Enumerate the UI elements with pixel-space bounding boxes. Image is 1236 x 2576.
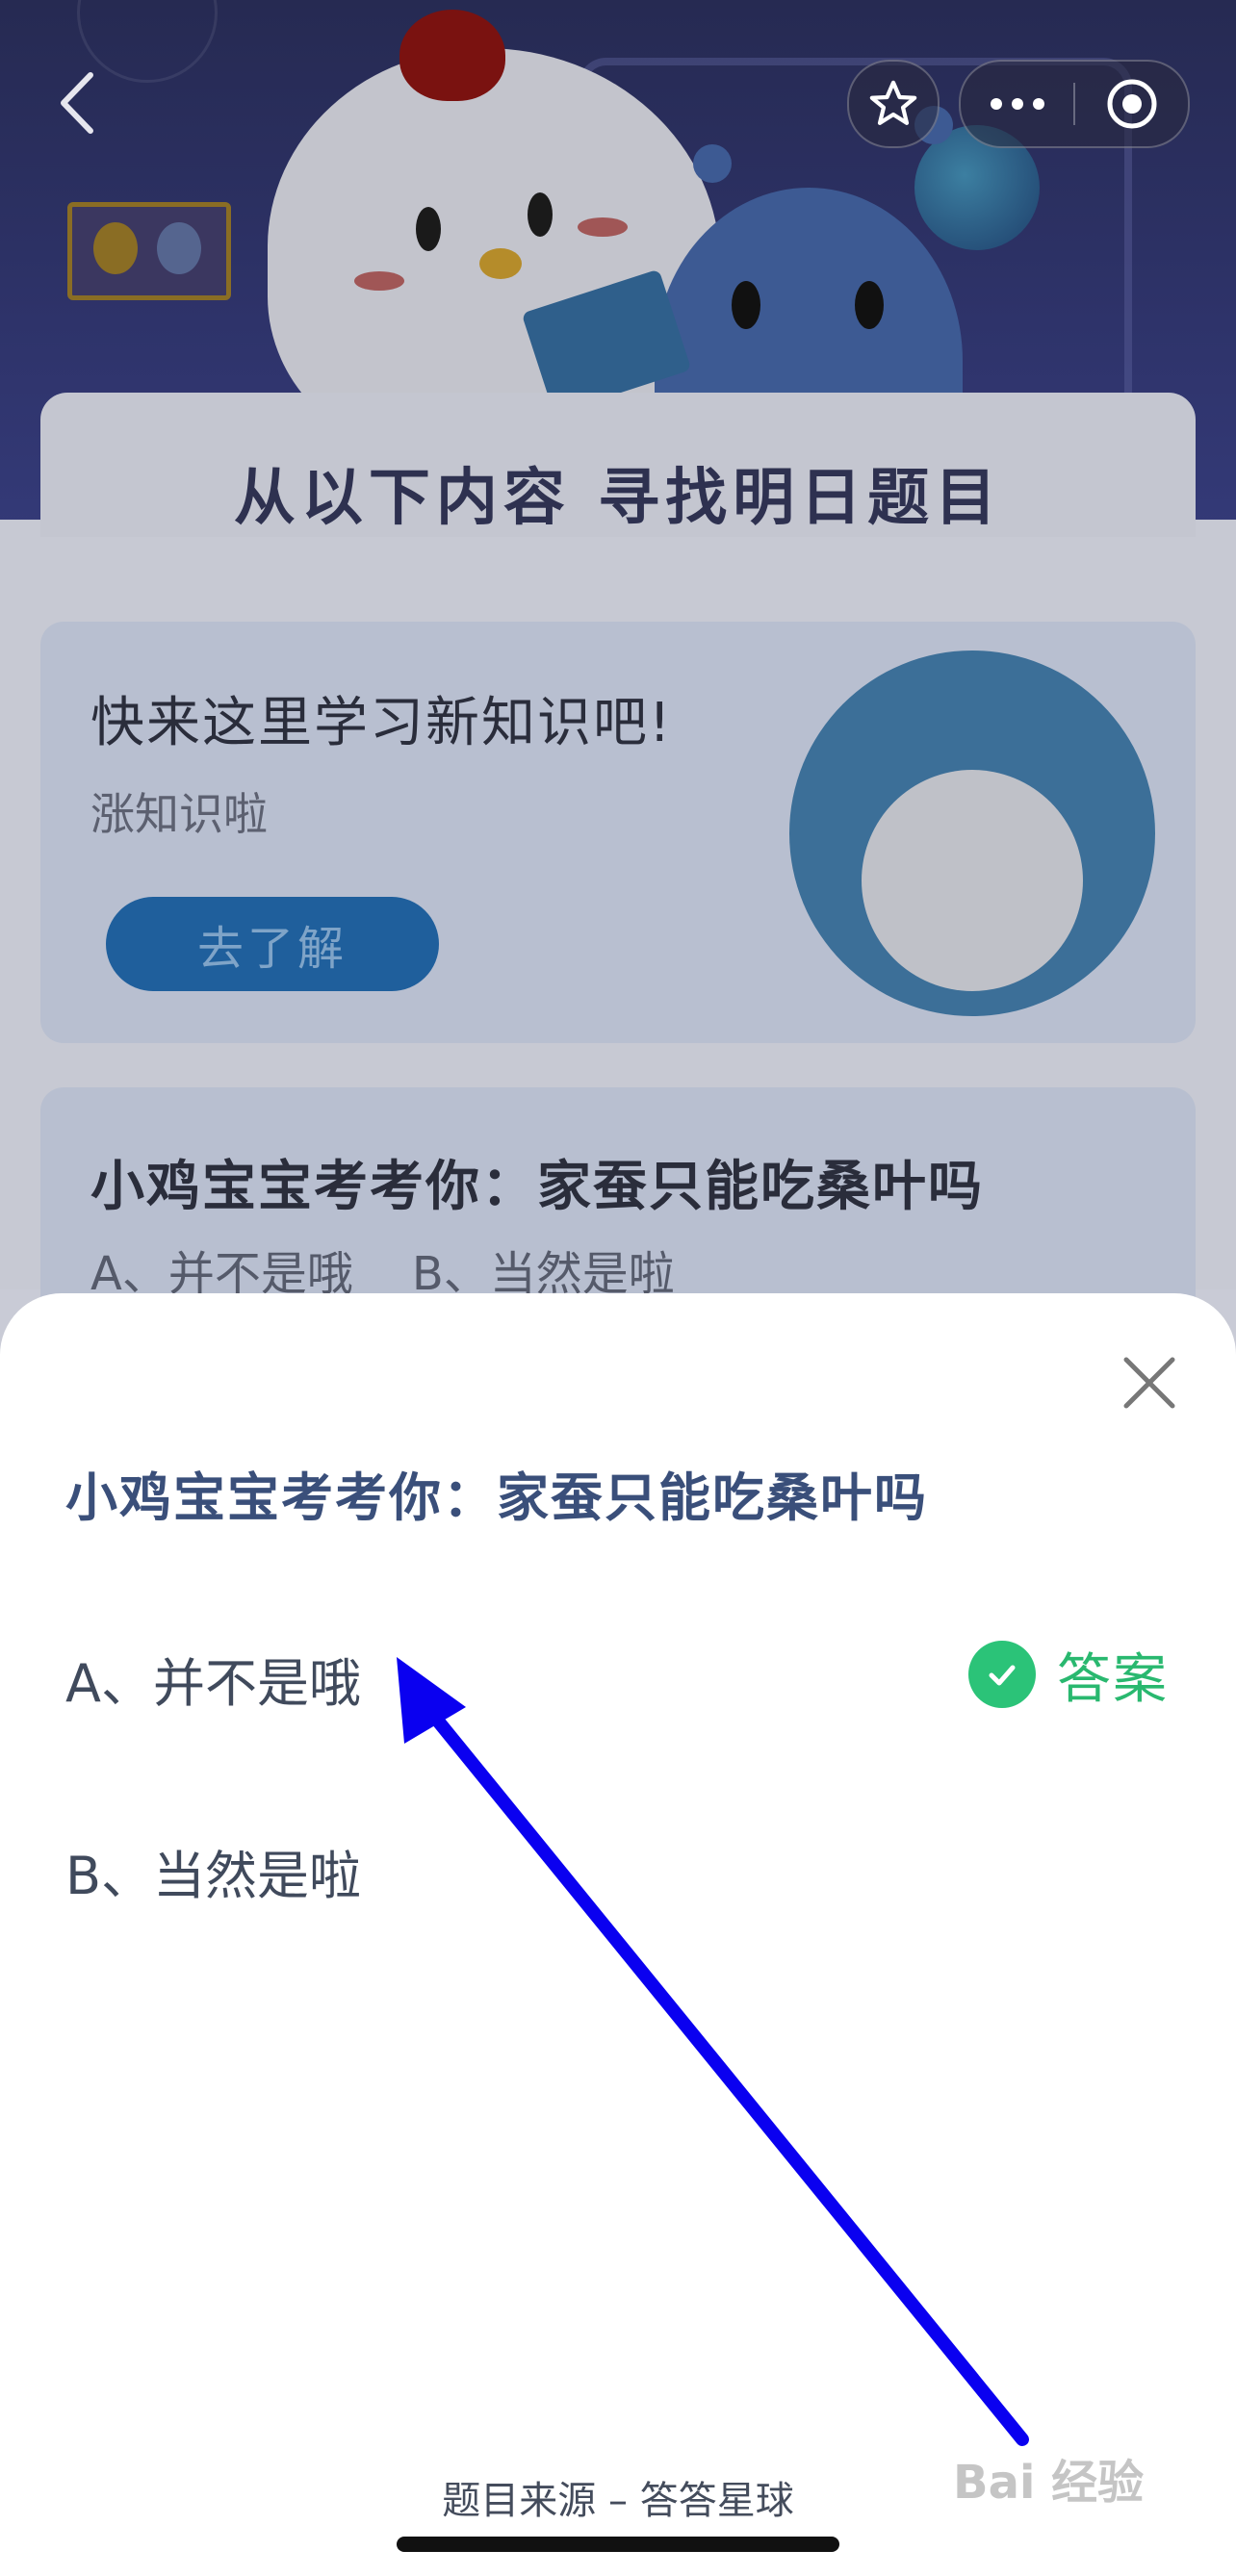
chick-cheek (578, 217, 628, 237)
alien-antenna (693, 144, 732, 183)
close-button[interactable] (1117, 1350, 1182, 1416)
alien-eye (855, 281, 884, 329)
close-icon (1123, 1357, 1175, 1409)
reading-chick-illustration (862, 770, 1083, 991)
option-a[interactable]: A、并不是哦 (65, 1641, 361, 1717)
learn-card-subtitle: 涨知识啦 (90, 788, 268, 840)
sheet-question: 小鸡宝宝考考你：家蚕只能吃桑叶吗 (65, 1467, 928, 1528)
close-program-button[interactable] (1075, 62, 1188, 146)
more-button[interactable] (961, 62, 1073, 146)
chick-cheek (354, 271, 404, 291)
answer-label: 答案 (1057, 1647, 1169, 1711)
more-icon (990, 98, 1044, 110)
star-icon (869, 80, 917, 125)
favorite-button[interactable] (847, 60, 940, 148)
home-indicator (397, 2537, 839, 2552)
mini-program-capsule (959, 60, 1190, 148)
badge-frame-illustration (67, 202, 231, 300)
answer-tag: 答案 (968, 1640, 1169, 1711)
mini-program-page: 从以下内容 寻找明日题目 快来这里学习新知识吧! 涨知识啦 去了解 小鸡宝宝考考… (0, 0, 1236, 2576)
alien-eye (732, 281, 760, 329)
chick-eye (528, 192, 553, 237)
chick-beak (479, 248, 522, 279)
learn-more-button[interactable]: 去了解 (106, 897, 439, 991)
watermark: Bai 经验 (953, 2456, 1145, 2510)
check-icon (968, 1641, 1036, 1708)
back-button[interactable] (53, 69, 101, 137)
chick-eye (416, 207, 441, 251)
medal-icon (93, 222, 138, 274)
target-icon (1107, 79, 1156, 129)
medal-icon (157, 222, 201, 274)
back-icon (61, 72, 93, 134)
find-title: 从以下内容 寻找明日题目 (233, 463, 1003, 534)
option-b[interactable]: B、当然是啦 (65, 1833, 361, 1909)
learn-card-title: 快来这里学习新知识吧! (90, 692, 673, 754)
quiz-card-question: 小鸡宝宝考考你：家蚕只能吃桑叶吗 (90, 1156, 984, 1218)
chick-comb (399, 10, 505, 101)
